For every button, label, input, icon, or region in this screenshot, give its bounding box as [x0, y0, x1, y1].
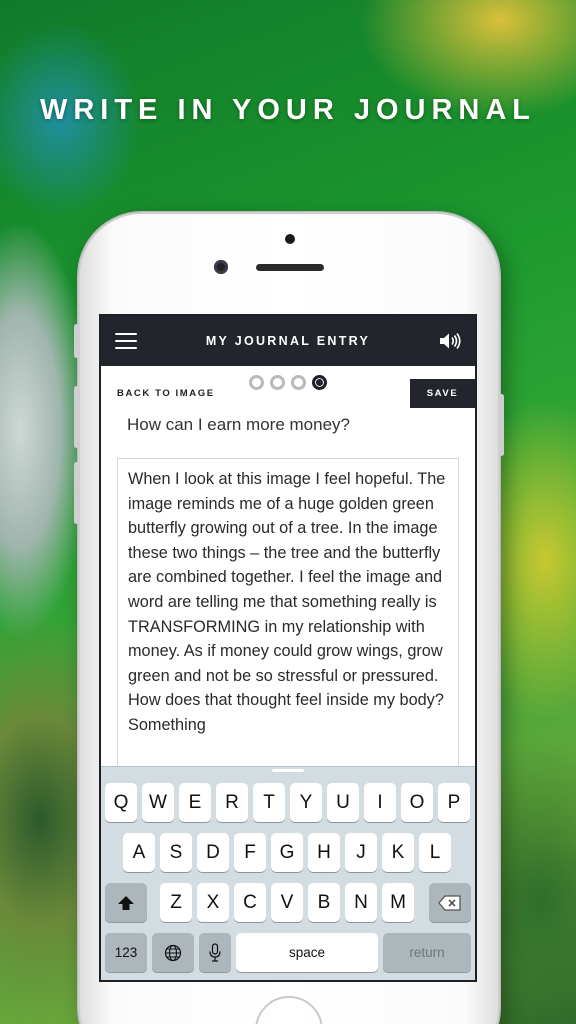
key-d[interactable]: D [197, 833, 229, 872]
key-p[interactable]: P [438, 783, 470, 822]
key-h[interactable]: H [308, 833, 340, 872]
key-m[interactable]: M [382, 883, 414, 922]
return-key[interactable]: return [383, 933, 471, 972]
journal-question: How can I earn more money? [127, 415, 350, 434]
microphone-icon [209, 942, 221, 962]
key-o[interactable]: O [401, 783, 433, 822]
numbers-key[interactable]: 123 [105, 933, 147, 972]
phone-power-button [499, 394, 504, 456]
key-j[interactable]: J [345, 833, 377, 872]
key-t[interactable]: T [253, 783, 285, 822]
globe-key[interactable] [152, 933, 194, 972]
space-key[interactable]: space [236, 933, 378, 972]
journal-entry-textarea[interactable]: When I look at this image I feel hopeful… [117, 458, 459, 778]
step-dot [291, 375, 306, 390]
key-w[interactable]: W [142, 783, 174, 822]
key-f[interactable]: F [234, 833, 266, 872]
key-n[interactable]: N [345, 883, 377, 922]
backspace-icon [438, 894, 461, 911]
proximity-sensor [285, 234, 295, 244]
save-button[interactable]: SAVE [410, 379, 475, 408]
key-q[interactable]: Q [105, 783, 137, 822]
speaker-icon[interactable] [439, 332, 461, 350]
key-l[interactable]: L [419, 833, 451, 872]
phone-mute-switch [74, 324, 79, 358]
key-r[interactable]: R [216, 783, 248, 822]
key-e[interactable]: E [179, 783, 211, 822]
on-screen-keyboard: Q W E R T Y U I O P A S D F G H J K L Z … [101, 766, 475, 980]
app-header: MY JOURNAL ENTRY [101, 316, 475, 366]
key-v[interactable]: V [271, 883, 303, 922]
dictation-key[interactable] [199, 933, 231, 972]
key-y[interactable]: Y [290, 783, 322, 822]
phone-volume-up [74, 386, 79, 448]
back-to-image-link[interactable]: BACK TO IMAGE [117, 388, 215, 399]
phone-volume-down [74, 462, 79, 524]
globe-icon [164, 944, 182, 961]
earpiece-speaker [256, 264, 324, 271]
key-a[interactable]: A [123, 833, 155, 872]
step-indicator [249, 375, 327, 390]
step-dot [249, 375, 264, 390]
key-z[interactable]: Z [160, 883, 192, 922]
key-s[interactable]: S [160, 833, 192, 872]
front-camera [214, 260, 228, 274]
key-u[interactable]: U [327, 783, 359, 822]
headline: WRITE IN YOUR JOURNAL [39, 94, 537, 126]
shift-icon [118, 895, 134, 910]
key-k[interactable]: K [382, 833, 414, 872]
key-x[interactable]: X [197, 883, 229, 922]
key-b[interactable]: B [308, 883, 340, 922]
home-button[interactable] [255, 996, 323, 1024]
step-dot-current [312, 375, 327, 390]
shift-key[interactable] [105, 883, 147, 922]
step-dot [270, 375, 285, 390]
key-c[interactable]: C [234, 883, 266, 922]
app-screen: MY JOURNAL ENTRY BACK TO IMAGE SAVE How … [99, 314, 477, 982]
keyboard-handle [272, 769, 304, 772]
entry-toolbar: BACK TO IMAGE SAVE [101, 366, 475, 410]
key-i[interactable]: I [364, 783, 396, 822]
page-title: MY JOURNAL ENTRY [205, 334, 371, 348]
menu-icon[interactable] [115, 333, 137, 349]
backspace-key[interactable] [429, 883, 471, 922]
key-g[interactable]: G [271, 833, 303, 872]
